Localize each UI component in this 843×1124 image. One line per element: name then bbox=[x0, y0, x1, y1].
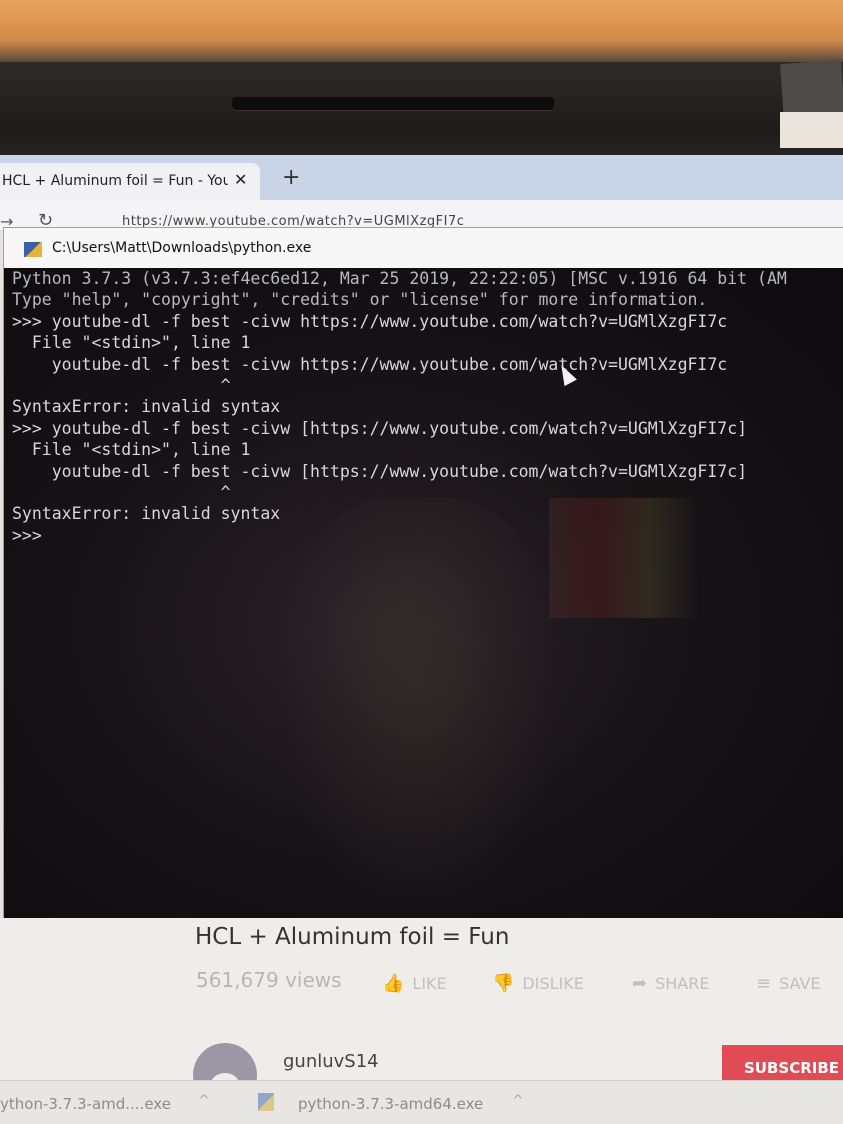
video-title: HCL + Aluminum foil = Fun bbox=[195, 924, 510, 950]
console-line: youtube-dl -f best -civw https://www.you… bbox=[12, 354, 728, 374]
console-line: SyntaxError: invalid syntax bbox=[12, 397, 281, 417]
webcam-slot bbox=[232, 97, 554, 110]
console-line: >>> youtube-dl -f best -civw https://www… bbox=[12, 311, 728, 331]
address-bar[interactable]: https://www.youtube.com/watch?v=UGMlXzgF… bbox=[122, 214, 464, 229]
view-count: 561,679 views bbox=[196, 968, 342, 992]
download-item[interactable]: ython-3.7.3-amd....exe bbox=[0, 1095, 171, 1113]
save-button[interactable]: ≡ SAVE bbox=[756, 973, 821, 994]
share-label: SHARE bbox=[655, 974, 710, 993]
console-line: Type "help", "copyright", "credits" or "… bbox=[12, 290, 708, 310]
terminal-text: Python 3.7.3 (v3.7.3:ef4ec6ed12, Mar 25 … bbox=[12, 268, 787, 546]
console-line: ^ bbox=[12, 482, 231, 502]
browser-tab-strip: HCL + Aluminum foil = Fun - You ✕ + bbox=[0, 155, 843, 200]
save-label: SAVE bbox=[779, 974, 821, 993]
new-tab-button[interactable]: + bbox=[282, 167, 300, 189]
python-console-window[interactable]: C:\Users\Matt\Downloads\python.exe Pytho… bbox=[4, 228, 843, 918]
python-icon bbox=[24, 242, 42, 257]
console-titlebar[interactable]: C:\Users\Matt\Downloads\python.exe bbox=[4, 228, 843, 268]
share-arrow-icon: ➦ bbox=[632, 973, 648, 994]
share-button[interactable]: ➦ SHARE bbox=[632, 973, 709, 994]
console-output[interactable]: Python 3.7.3 (v3.7.3:ef4ec6ed12, Mar 25 … bbox=[4, 268, 843, 918]
thumbs-down-icon: 👎 bbox=[492, 973, 515, 994]
laptop-bezel bbox=[0, 62, 843, 158]
screen-reflection bbox=[274, 498, 564, 918]
like-label: LIKE bbox=[412, 974, 447, 993]
console-line: File "<stdin>", line 1 bbox=[12, 440, 251, 460]
console-line: Python 3.7.3 (v3.7.3:ef4ec6ed12, Mar 25 … bbox=[12, 269, 787, 288]
console-line: youtube-dl -f best -civw [https://www.yo… bbox=[12, 461, 748, 481]
chevron-up-icon[interactable]: ^ bbox=[198, 1093, 210, 1109]
dislike-label: DISLIKE bbox=[522, 974, 584, 993]
console-title: C:\Users\Matt\Downloads\python.exe bbox=[52, 240, 312, 256]
console-line: File "<stdin>", line 1 bbox=[12, 333, 251, 353]
laptop-screen: HCL + Aluminum foil = Fun - You ✕ + → ↻ … bbox=[0, 155, 843, 1124]
browser-toolbar: → ↻ https://www.youtube.com/watch?v=UGMl… bbox=[0, 200, 843, 231]
download-item[interactable]: python-3.7.3-amd64.exe bbox=[298, 1095, 483, 1113]
chevron-up-icon[interactable]: ^ bbox=[512, 1093, 524, 1109]
sticker bbox=[780, 112, 843, 148]
browser-tab[interactable]: HCL + Aluminum foil = Fun - You ✕ bbox=[0, 163, 260, 200]
playlist-add-icon: ≡ bbox=[756, 973, 772, 994]
thumbs-up-icon: 👍 bbox=[382, 973, 405, 994]
channel-name[interactable]: gunluvS14 bbox=[283, 1051, 379, 1072]
console-line: >>> youtube-dl -f best -civw [https://ww… bbox=[12, 418, 748, 438]
console-line: SyntaxError: invalid syntax bbox=[12, 504, 281, 524]
console-prompt[interactable]: >>> bbox=[12, 525, 787, 546]
console-line: ^ bbox=[12, 375, 231, 395]
download-bar: ython-3.7.3-amd....exe ^ python-3.7.3-am… bbox=[0, 1080, 843, 1124]
like-button[interactable]: 👍 LIKE bbox=[382, 973, 447, 994]
dislike-button[interactable]: 👎 DISLIKE bbox=[492, 973, 584, 994]
close-icon[interactable]: ✕ bbox=[234, 170, 247, 189]
tab-title: HCL + Aluminum foil = Fun - You bbox=[2, 173, 228, 189]
python-installer-icon bbox=[258, 1093, 274, 1111]
